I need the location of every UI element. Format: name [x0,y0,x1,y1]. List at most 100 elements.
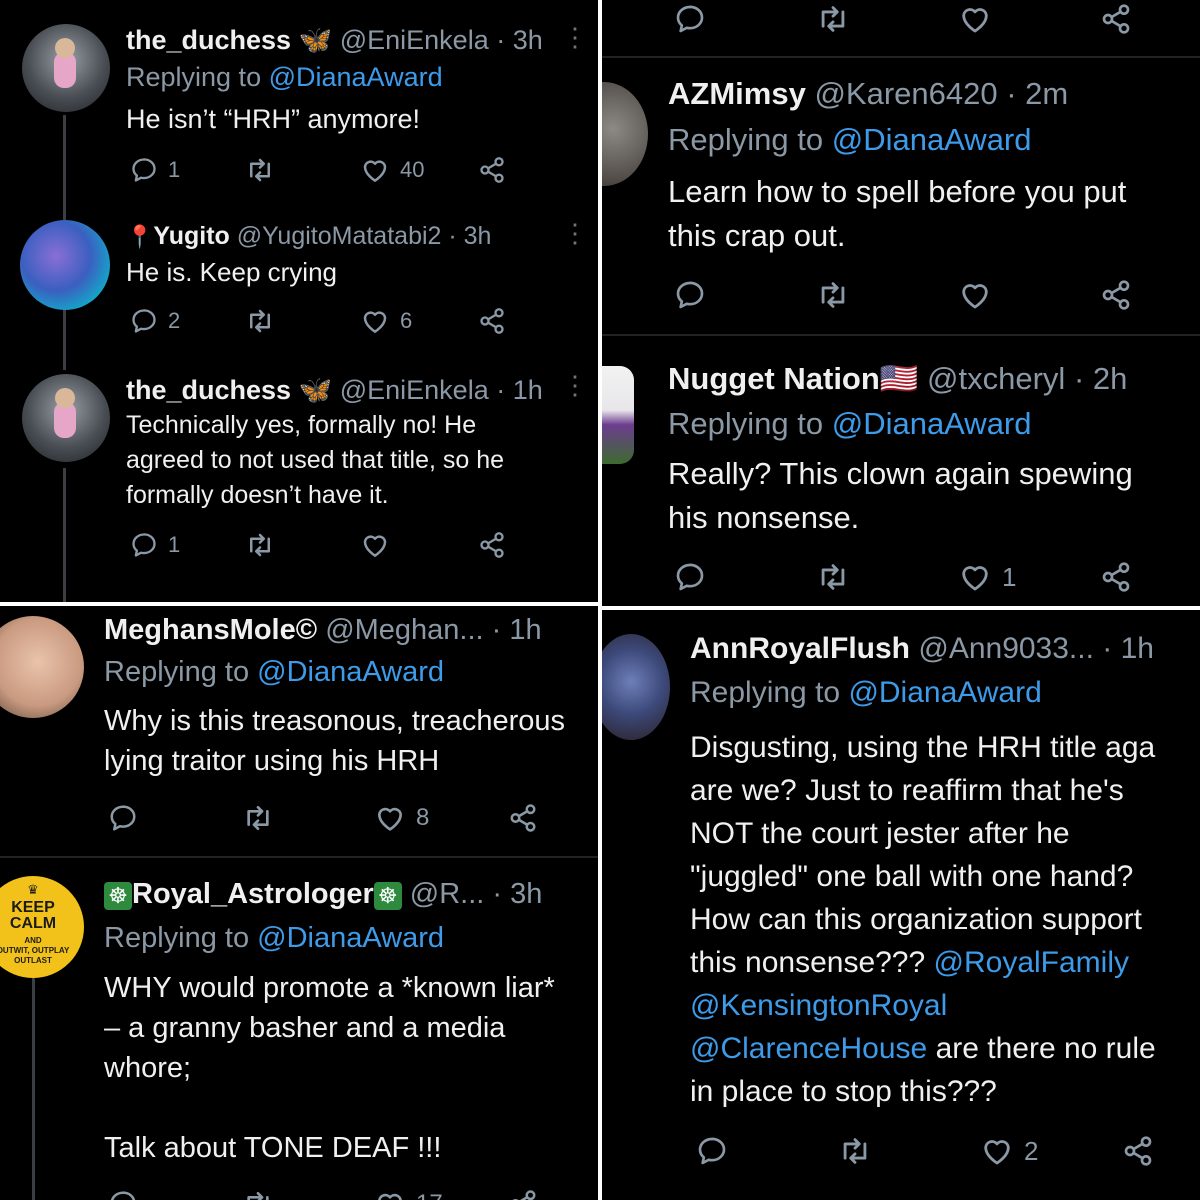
reply-icon [130,531,158,559]
reply-button[interactable] [674,279,816,311]
display-name[interactable]: AnnRoyalFlush [690,632,910,665]
mention-link[interactable]: @ClarenceHouse [690,1032,927,1065]
avatar[interactable]: ♛ KEEP CALM AND OUTWIT, OUTPLAY OUTLAST [0,876,84,978]
mention-link[interactable]: @DianaAward [832,406,1032,441]
like-button[interactable] [958,278,1100,312]
mention-link[interactable]: @DianaAward [848,676,1041,709]
share-button[interactable] [1100,279,1132,311]
avatar[interactable] [602,634,670,740]
share-button[interactable] [1122,1135,1154,1167]
timestamp[interactable]: 1h [1121,632,1154,665]
more-options-icon[interactable]: ⋮ [1190,356,1200,389]
more-options-icon[interactable]: ⋮ [562,22,588,53]
text-line: his nonsense. [668,500,860,535]
avatar[interactable] [602,366,634,464]
mention-link[interactable]: @KensingtonRoyal [690,989,947,1022]
share-button[interactable] [478,531,506,559]
user-handle[interactable]: @EniEnkela [340,25,489,55]
retweet-button[interactable] [242,802,374,834]
tweet-header: 📍Yugito @YugitoMatatabi2 · 3h [126,222,491,251]
retweet-button[interactable] [816,560,958,594]
tweet[interactable]: AZMimsy @Karen6420 · 2m Replying to @Dia… [602,58,1200,334]
reply-button[interactable] [674,3,816,35]
like-button[interactable]: 40 [360,155,478,185]
display-name[interactable]: the_duchess [126,25,291,55]
tweet[interactable]: MeghansMole© @Meghan... · 1h Replying to… [0,606,598,856]
like-button[interactable]: 6 [360,306,478,336]
share-button[interactable] [478,156,506,184]
display-name[interactable]: Nugget Nation [668,361,880,396]
timestamp[interactable]: 1h [513,375,543,405]
like-button[interactable]: 17 [374,1188,508,1200]
display-name[interactable]: Yugito [153,222,229,250]
retweet-button[interactable] [816,2,958,36]
tweet-actions: 2 [696,1134,1154,1168]
text-line: Why is this treasonous, treacherous [104,705,565,737]
reply-count: 2 [168,308,181,333]
reply-button[interactable] [674,561,816,593]
text-line: Learn how to spell before you put [668,174,1127,209]
user-handle[interactable]: @txcheryl [927,361,1065,396]
user-handle[interactable]: @Karen6420 [814,76,997,111]
mention-link[interactable]: @DianaAward [832,122,1032,157]
mention-link[interactable]: @RoyalFamily [934,946,1129,979]
retweet-button[interactable] [245,530,360,560]
user-handle[interactable]: @R... [410,878,485,910]
avatar[interactable] [22,24,110,112]
retweet-button[interactable] [816,278,958,312]
avatar[interactable] [0,616,84,718]
retweet-button[interactable] [245,155,360,185]
more-options-icon[interactable]: ⋮ [562,370,588,401]
tweet[interactable]: the_duchess 🦋 @EniEnkela · 3h ⋮ Replying… [0,0,598,210]
avatar[interactable] [602,82,648,186]
retweet-button[interactable] [242,1188,374,1200]
display-name[interactable]: AZMimsy [668,76,806,111]
like-button[interactable] [360,530,478,560]
reply-button[interactable] [108,1189,242,1200]
reply-icon [674,279,706,311]
like-button[interactable]: 2 [980,1134,1122,1168]
share-button[interactable] [508,803,538,833]
timestamp[interactable]: 3h [513,25,543,55]
reply-button[interactable]: 1 [130,531,245,559]
like-button[interactable]: 8 [374,802,508,834]
avatar[interactable] [20,220,110,310]
retweet-button[interactable] [245,306,360,336]
timestamp[interactable]: 2h [1093,361,1127,396]
reply-button[interactable] [108,803,242,833]
share-button[interactable] [508,1189,538,1200]
reply-button[interactable]: 2 [130,307,245,335]
tweet[interactable]: AnnRoyalFlush @Ann9033... · 1h Replying … [602,610,1200,1200]
timestamp[interactable]: 2m [1025,76,1068,111]
mention-link[interactable]: @DianaAward [257,922,444,954]
timestamp[interactable]: 3h [510,878,542,910]
timestamp[interactable]: 3h [464,222,492,250]
like-button[interactable] [958,2,1100,36]
more-options-icon[interactable]: ⋮ [562,218,588,249]
share-button[interactable] [1100,561,1132,593]
user-handle[interactable]: @YugitoMatatabi2 [237,222,442,250]
mention-link[interactable]: @DianaAward [257,656,444,688]
reply-button[interactable] [696,1135,838,1167]
user-handle[interactable]: @EniEnkela [340,375,489,405]
tweet[interactable]: the_duchess 🦋 @EniEnkela · 1h ⋮ Technica… [0,360,598,602]
mention-link[interactable]: @DianaAward [269,62,443,92]
panel-top-left: the_duchess 🦋 @EniEnkela · 3h ⋮ Replying… [0,0,598,602]
retweet-icon [242,1188,274,1200]
tweet[interactable]: ♛ KEEP CALM AND OUTWIT, OUTPLAY OUTLAST … [0,858,598,1200]
like-button[interactable]: 1 [958,560,1100,594]
share-button[interactable] [478,307,506,335]
display-name[interactable]: Royal_Astrologer [132,878,374,910]
timestamp[interactable]: 1h [509,614,541,646]
tweet[interactable]: 📍Yugito @YugitoMatatabi2 · 3h ⋮ He is. K… [0,210,598,360]
user-handle[interactable]: @Ann9033... [918,632,1094,665]
avatar[interactable] [22,374,110,462]
user-handle[interactable]: @Meghan... [325,614,483,646]
share-button[interactable] [1100,3,1132,35]
display-name[interactable]: MeghansMole© [104,614,317,646]
reply-button[interactable]: 1 [130,156,245,184]
retweet-button[interactable] [838,1134,980,1168]
tweet[interactable]: Nugget Nation🇺🇸 @txcheryl · 2h ⋮ Replyin… [602,336,1200,606]
reply-icon [674,561,706,593]
display-name[interactable]: the_duchess [126,375,291,405]
